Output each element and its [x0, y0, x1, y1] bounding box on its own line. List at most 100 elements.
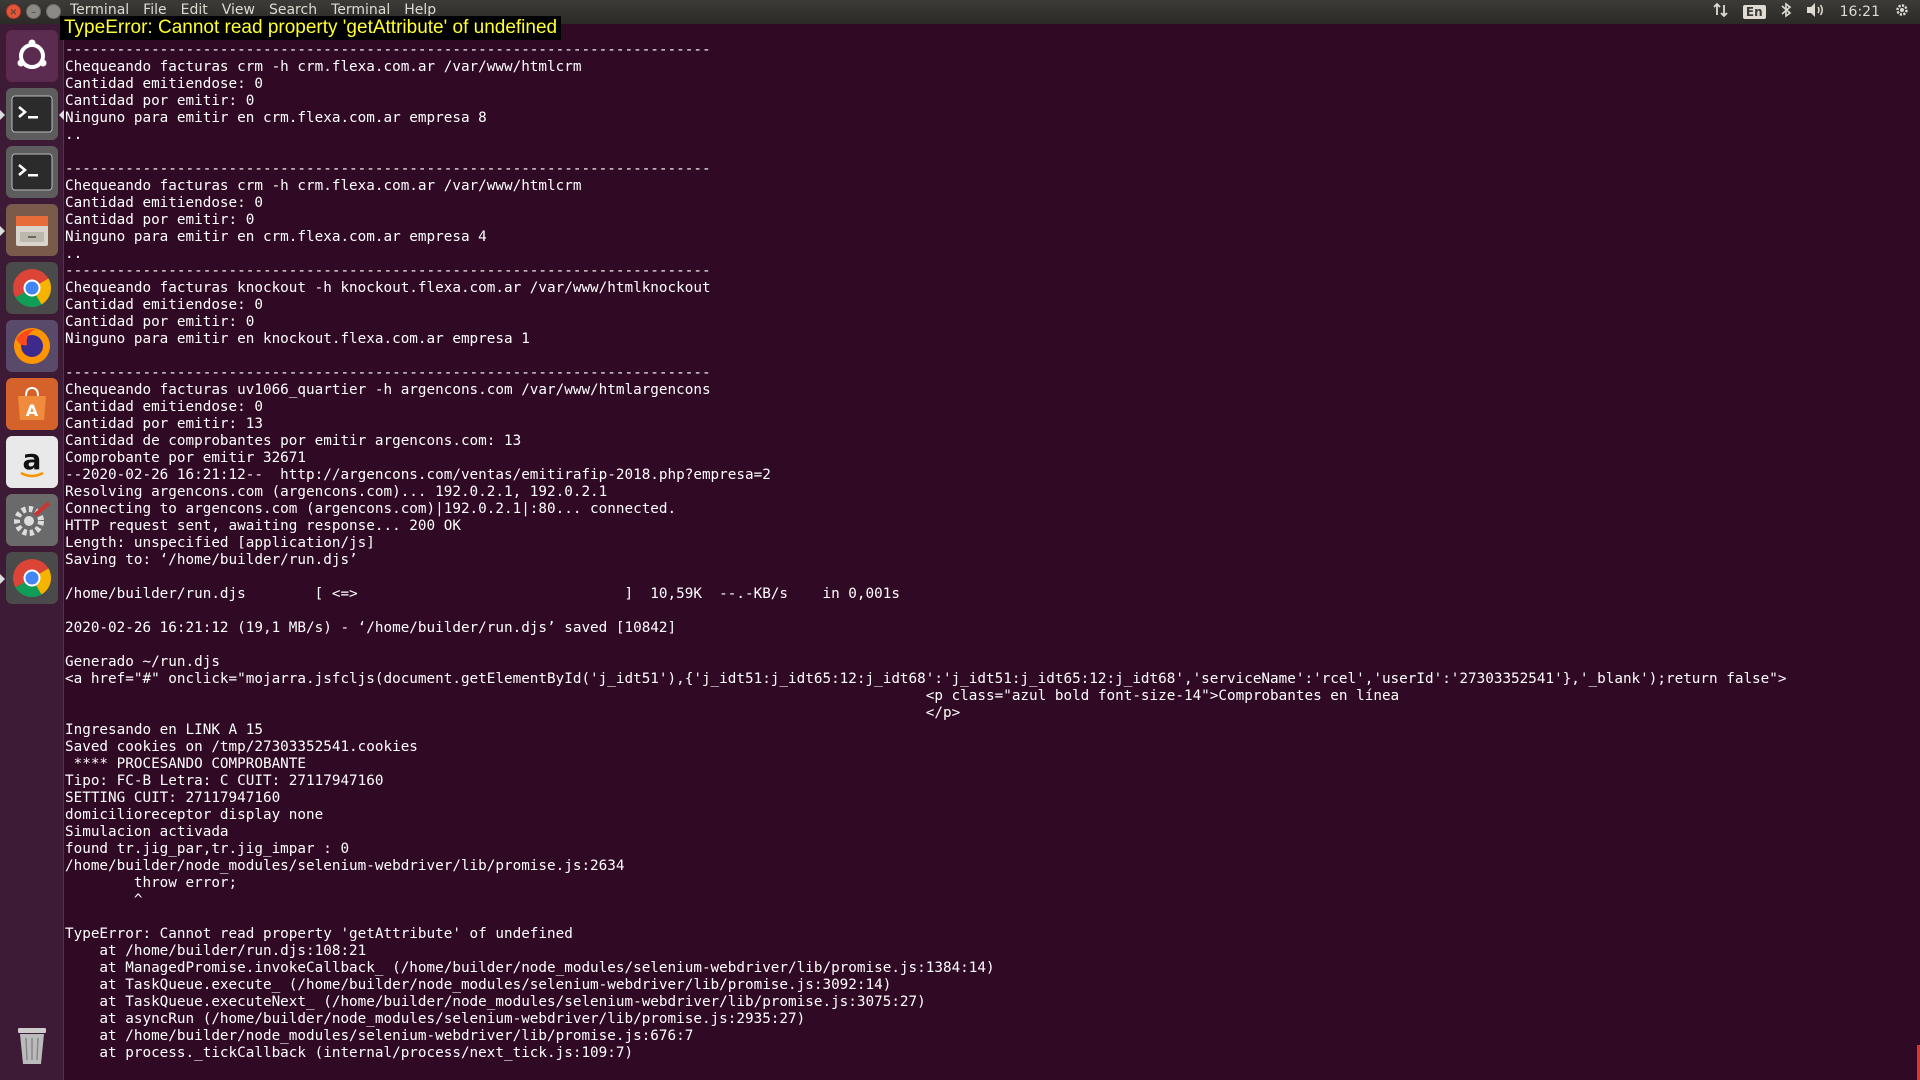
terminal-line: Chequeando facturas knockout -h knockout… [65, 280, 711, 296]
launcher-software-center[interactable]: A [6, 378, 58, 430]
terminal-line: Ingresando en LINK A 15 [65, 722, 263, 738]
terminal-line: Cantidad emitiendose: 0 [65, 195, 263, 211]
terminal-line: ----------------------------------------… [65, 365, 711, 381]
terminal-line: /home/builder/run.djs [ <=> ] 10,59K --.… [65, 586, 900, 602]
terminal-line: --2020-02-26 16:21:12-- http://argencons… [65, 467, 771, 483]
launcher-terminal-active[interactable] [0, 88, 64, 140]
launcher-files[interactable] [0, 204, 58, 256]
error-message-overlay: TypeError: Cannot read property 'getAttr… [60, 16, 562, 40]
terminal-line: at asyncRun (/home/builder/node_modules/… [65, 1011, 806, 1027]
network-updown-icon[interactable] [1713, 2, 1729, 22]
amazon-icon: a [12, 442, 52, 482]
terminal-line: </p> [65, 705, 961, 721]
keyboard-layout-indicator[interactable]: En [1742, 5, 1766, 19]
system-settings-icon [11, 499, 53, 541]
launcher-system-settings[interactable] [6, 494, 58, 546]
terminal-line: Chequeando facturas uv1066_quartier -h a… [65, 382, 711, 398]
terminal-line: Cantidad por emitir: 0 [65, 212, 255, 228]
terminal-line: SETTING CUIT: 27117947160 [65, 790, 281, 806]
svg-text:a: a [23, 443, 42, 476]
terminal-line: <a href="#" onclick="mojarra.jsfcljs(doc… [65, 671, 1787, 687]
active-indicator [0, 110, 5, 120]
terminal-line: Comprobante por emitir 32671 [65, 450, 307, 466]
terminal-line: HTTP request sent, awaiting response... … [65, 518, 461, 534]
terminal-line: at TaskQueue.execute_ (/home/builder/nod… [65, 977, 892, 993]
running-indicator [0, 574, 5, 584]
terminal-line: Resolving argencons.com (argencons.com).… [65, 484, 608, 500]
launcher-terminal[interactable] [6, 146, 58, 198]
terminal-line: /home/builder/node_modules/selenium-webd… [65, 858, 625, 874]
terminal-line: Length: unspecified [application/js] [65, 535, 375, 551]
terminal-line: ----------------------------------------… [65, 263, 711, 279]
terminal-line: Saving to: ‘/home/builder/run.djs’ [65, 552, 358, 568]
terminal-line: Cantidad de comprobantes por emitir arge… [65, 433, 522, 449]
terminal-icon [11, 95, 53, 133]
clock[interactable]: 16:21 [1840, 4, 1880, 20]
running-indicator [0, 226, 5, 236]
terminal-line: Connecting to argencons.com (argencons.c… [65, 501, 677, 517]
terminal-line: ^ [65, 892, 143, 908]
maximize-window-button[interactable] [46, 4, 61, 19]
terminal-line: at ManagedPromise.invokeCallback_ (/home… [65, 960, 995, 976]
ubuntu-dash-icon [12, 36, 52, 76]
terminal-line: Chequeando facturas crm -h crm.flexa.com… [65, 59, 582, 75]
terminal-text: ----------------------------------------… [65, 42, 1915, 1062]
launcher-trash[interactable] [6, 1018, 58, 1070]
terminal-line: ----------------------------------------… [65, 42, 711, 58]
trash-icon [12, 1022, 52, 1066]
minimize-window-button[interactable]: – [26, 4, 41, 19]
terminal-line: <p class="azul bold font-size-14">Compro… [65, 688, 1400, 704]
terminal-line: Saved cookies on /tmp/27303352541.cookie… [65, 739, 418, 755]
file-cabinet-icon [12, 210, 52, 250]
terminal-line: Ninguno para emitir en crm.flexa.com.ar … [65, 110, 487, 126]
terminal-line: Ninguno para emitir en knockout.flexa.co… [65, 331, 530, 347]
terminal-line: Ninguno para emitir en crm.flexa.com.ar … [65, 229, 487, 245]
chrome-icon [11, 267, 53, 309]
terminal-line: at TaskQueue.executeNext_ (/home/builder… [65, 994, 926, 1010]
terminal-line: Cantidad por emitir: 0 [65, 93, 255, 109]
close-window-button[interactable]: × [6, 4, 21, 19]
launcher-chrome-2[interactable] [0, 552, 58, 604]
gear-icon[interactable] [1894, 2, 1910, 22]
terminal-line: .. [65, 246, 83, 262]
launcher-chrome[interactable] [6, 262, 58, 314]
chrome-icon [11, 557, 53, 599]
terminal-line: Generado ~/run.djs [65, 654, 220, 670]
terminal-line: domicilioreceptor display none [65, 807, 324, 823]
launcher-firefox[interactable] [6, 320, 58, 372]
terminal-line: Simulacion activada [65, 824, 229, 840]
terminal-line: Chequeando facturas crm -h crm.flexa.com… [65, 178, 582, 194]
terminal-line: 2020-02-26 16:21:12 (19,1 MB/s) - ‘/home… [65, 620, 677, 636]
terminal-line: at process._tickCallback (internal/proce… [65, 1045, 634, 1061]
terminal-line: .. [65, 127, 83, 143]
focus-indicator [59, 110, 64, 120]
terminal-line: Cantidad emitiendose: 0 [65, 297, 263, 313]
svg-text:A: A [26, 401, 39, 420]
volume-icon[interactable] [1806, 2, 1826, 22]
terminal-line: Tipo: FC-B Letra: C CUIT: 27117947160 [65, 773, 384, 789]
terminal-output[interactable]: ----------------------------------------… [65, 42, 1915, 1072]
terminal-line: Cantidad por emitir: 0 [65, 314, 255, 330]
terminal-icon [11, 153, 53, 191]
terminal-line: at /home/builder/node_modules/selenium-w… [65, 1028, 694, 1044]
terminal-line: TypeError: Cannot read property 'getAttr… [65, 926, 573, 942]
bluetooth-icon[interactable] [1780, 2, 1792, 22]
launcher-amazon[interactable]: a [6, 436, 58, 488]
ubuntu-dash-button[interactable] [6, 30, 58, 82]
terminal-line: found tr.jig_par,tr.jig_impar : 0 [65, 841, 350, 857]
terminal-line: **** PROCESANDO COMPROBANTE [65, 756, 307, 772]
terminal-line: Cantidad por emitir: 13 [65, 416, 263, 432]
terminal-line: Cantidad emitiendose: 0 [65, 76, 263, 92]
terminal-line: throw error; [65, 875, 238, 891]
system-tray: En 16:21 [1713, 2, 1910, 22]
launcher: A a [0, 24, 64, 1080]
software-center-icon: A [12, 384, 52, 424]
firefox-icon [11, 325, 53, 367]
terminal-line: ----------------------------------------… [65, 161, 711, 177]
terminal-line: at /home/builder/run.djs:108:21 [65, 943, 367, 959]
